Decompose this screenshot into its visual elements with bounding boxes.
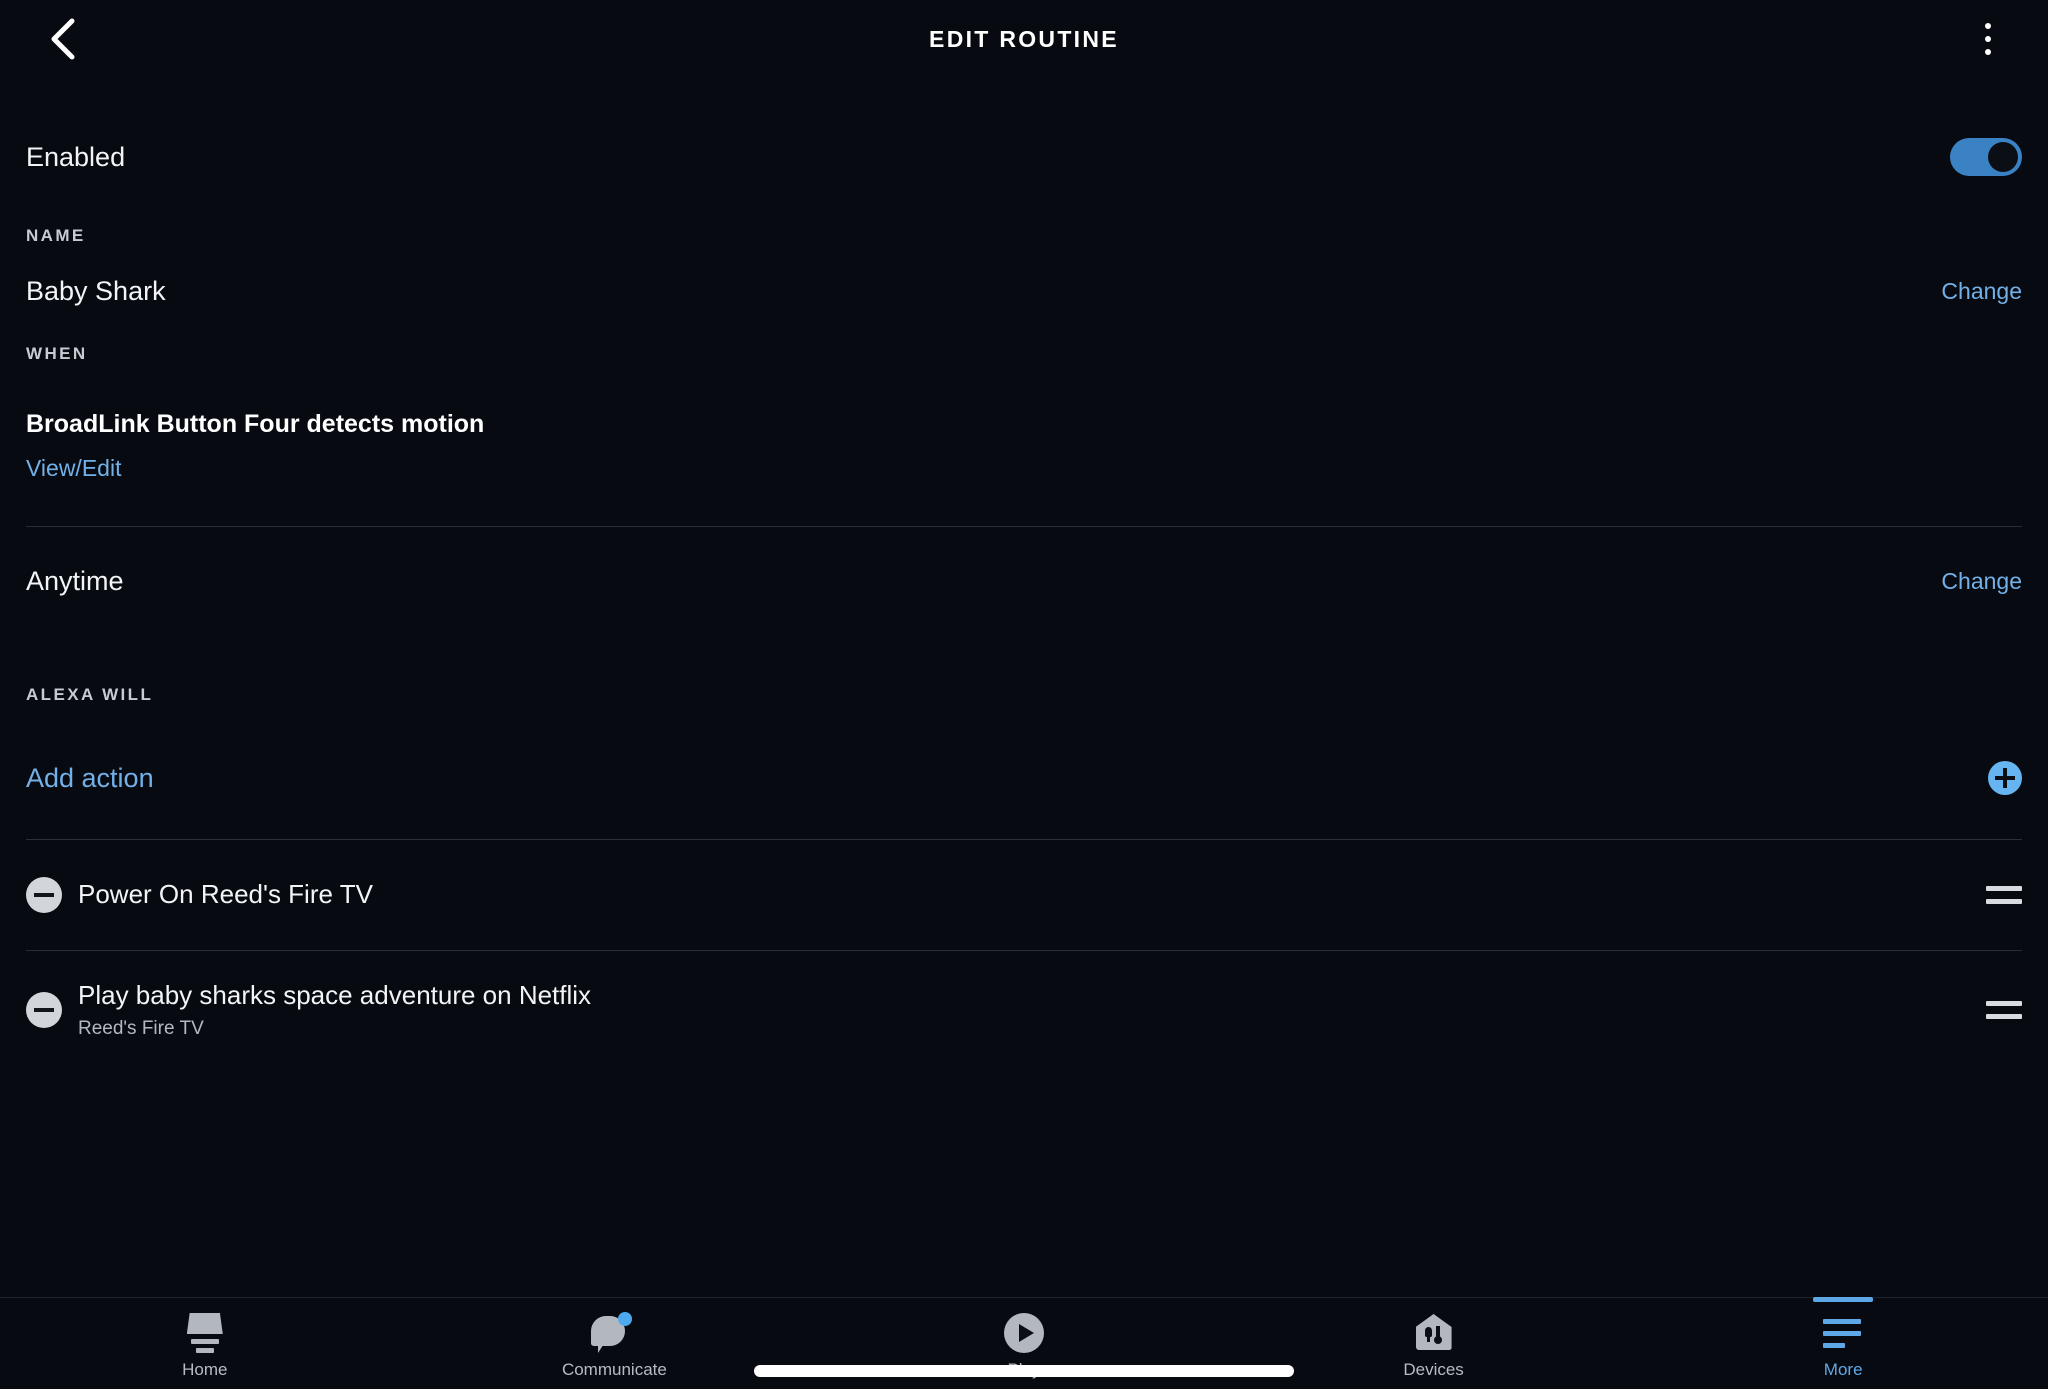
nav-label: More [1823,1360,1863,1379]
edit-routine-screen: EDIT ROUTINE Enabled NAME Baby Shark Cha… [0,0,2048,1389]
action-body: Play baby sharks space adventure on Netf… [78,980,1986,1040]
home-indicator-bar [754,1365,1294,1377]
kebab-menu-icon-dot [1985,23,1991,29]
action-title: Play baby sharks space adventure on Netf… [78,979,592,1010]
back-button[interactable] [34,10,92,68]
name-change-link[interactable]: Change [1941,278,2022,305]
hamburger-menu-icon [1813,1311,1873,1355]
routine-name-value: Baby Shark [26,275,166,306]
page-title: EDIT ROUTINE [929,25,1119,52]
action-subtitle: Reed's Fire TV [78,1018,204,1040]
minus-circle-icon[interactable] [26,992,62,1028]
add-action-label[interactable]: Add action [26,763,154,794]
when-time-change-link[interactable]: Change [1941,568,2022,595]
enabled-label: Enabled [26,141,126,172]
add-action-row[interactable]: Add action [0,735,2048,821]
home-icon [175,1311,235,1355]
drag-bar [1986,1001,2022,1006]
drag-bar [1986,886,2022,891]
enabled-toggle[interactable] [1950,138,2022,176]
kebab-menu-icon-dot [1985,49,1991,55]
kebab-menu-icon-dot [1985,36,1991,42]
drag-bar [1986,1014,2022,1019]
action-body: Power On Reed's Fire TV [78,879,1986,910]
nav-item-more[interactable]: More [1638,1297,2048,1389]
nav-label: Communicate [561,1360,667,1379]
house-devices-icon [1404,1311,1464,1355]
notification-badge-dot [618,1312,633,1326]
drag-bar [1986,899,2022,904]
alexa-will-section-label: ALEXA WILL [26,685,154,704]
drag-handle-icon[interactable] [1986,883,2022,907]
when-time-value: Anytime [26,565,124,596]
minus-circle-icon[interactable] [26,877,62,913]
nav-label: Devices [1403,1360,1464,1379]
action-row[interactable]: Play baby sharks space adventure on Netf… [0,951,2048,1069]
name-section-label: NAME [26,226,86,245]
when-view-edit-link[interactable]: View/Edit [26,455,2022,482]
when-trigger-block: BroadLink Button Four detects motion Vie… [0,410,2048,482]
active-indicator [1813,1297,1874,1302]
plus-circle-icon[interactable] [1988,761,2022,795]
routine-content: Enabled NAME Baby Shark Change WHEN Broa… [0,78,2048,1297]
speech-bubble-icon [584,1311,644,1355]
chevron-left-icon [46,16,80,62]
enabled-row: Enabled [0,116,2048,198]
nav-label: Home [182,1360,228,1379]
toggle-knob [1988,142,2018,172]
when-time-row: Anytime Change [0,527,2048,635]
when-section-label: WHEN [26,344,88,363]
name-row: Baby Shark Change [0,246,2048,336]
nav-item-home[interactable]: Home [0,1298,410,1389]
drag-handle-icon[interactable] [1986,998,2022,1022]
play-circle-icon [994,1311,1054,1355]
action-title: Power On Reed's Fire TV [78,879,373,910]
action-row[interactable]: Power On Reed's Fire TV [0,840,2048,950]
when-trigger-text: BroadLink Button Four detects motion [26,410,485,438]
app-header: EDIT ROUTINE [0,0,2048,78]
overflow-menu-button[interactable] [1958,9,2018,69]
